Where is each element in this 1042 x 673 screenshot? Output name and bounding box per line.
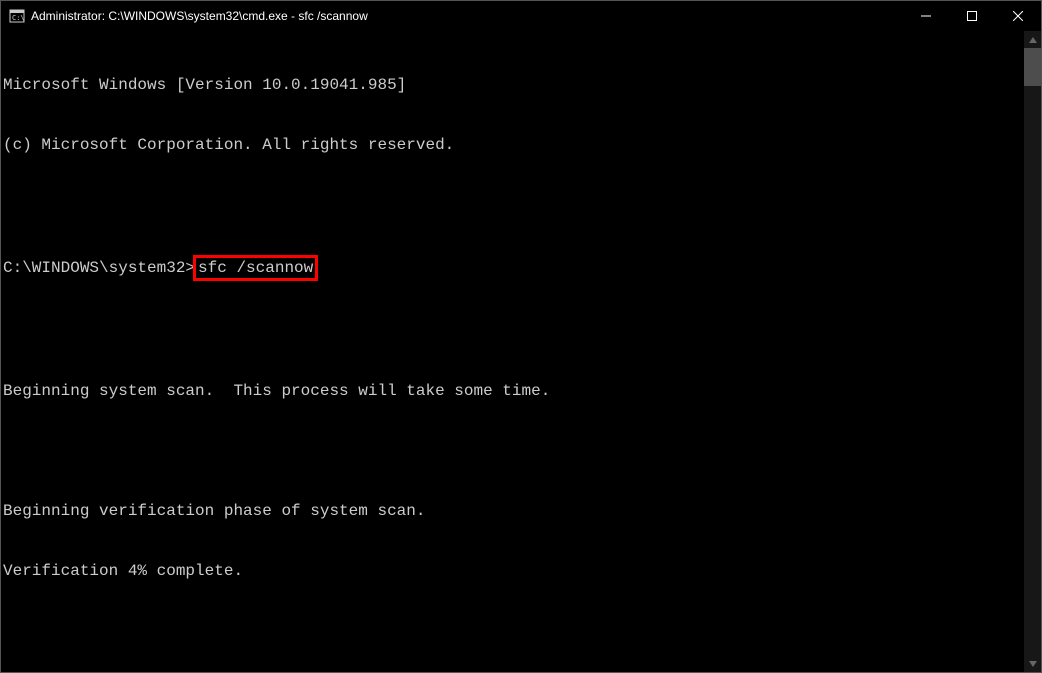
close-button[interactable] bbox=[995, 1, 1041, 31]
terminal-line: Verification 4% complete. bbox=[3, 561, 1024, 581]
titlebar[interactable]: C:\ Administrator: C:\WINDOWS\system32\c… bbox=[1, 1, 1041, 31]
terminal-line: (c) Microsoft Corporation. All rights re… bbox=[3, 135, 1024, 155]
scrollbar-down-arrow[interactable] bbox=[1024, 655, 1041, 672]
command-highlight: sfc /scannow bbox=[193, 255, 318, 281]
scrollbar-track[interactable] bbox=[1024, 48, 1041, 655]
svg-text:C:\: C:\ bbox=[12, 14, 25, 22]
maximize-button[interactable] bbox=[949, 1, 995, 31]
vertical-scrollbar[interactable] bbox=[1024, 31, 1041, 672]
terminal-line: Beginning system scan. This process will… bbox=[3, 381, 1024, 401]
minimize-button[interactable] bbox=[903, 1, 949, 31]
command-text: sfc /scannow bbox=[198, 259, 313, 277]
terminal-line bbox=[3, 195, 1024, 215]
window-controls bbox=[903, 1, 1041, 31]
terminal-line bbox=[3, 321, 1024, 341]
terminal-line: Beginning verification phase of system s… bbox=[3, 501, 1024, 521]
command-prompt-window: C:\ Administrator: C:\WINDOWS\system32\c… bbox=[0, 0, 1042, 673]
terminal-line bbox=[3, 441, 1024, 461]
terminal-prompt-line: C:\WINDOWS\system32>sfc /scannow bbox=[3, 255, 1024, 281]
cmd-icon: C:\ bbox=[9, 8, 25, 24]
scrollbar-thumb[interactable] bbox=[1024, 48, 1041, 86]
scrollbar-up-arrow[interactable] bbox=[1024, 31, 1041, 48]
terminal-output[interactable]: Microsoft Windows [Version 10.0.19041.98… bbox=[1, 31, 1024, 672]
terminal-line: Microsoft Windows [Version 10.0.19041.98… bbox=[3, 75, 1024, 95]
window-title: Administrator: C:\WINDOWS\system32\cmd.e… bbox=[31, 9, 903, 23]
content-area: Microsoft Windows [Version 10.0.19041.98… bbox=[1, 31, 1041, 672]
prompt-text: C:\WINDOWS\system32> bbox=[3, 259, 195, 277]
